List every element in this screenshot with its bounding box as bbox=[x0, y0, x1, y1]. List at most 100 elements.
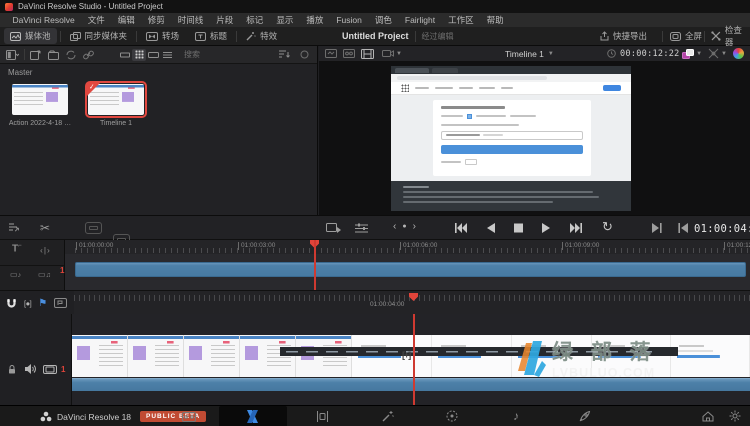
page-edit-icon[interactable] bbox=[316, 411, 329, 422]
ruler-label: 01:00:09:00 bbox=[562, 242, 599, 250]
video-track-filmstrip[interactable] bbox=[72, 335, 750, 377]
menu-clip[interactable]: 片段 bbox=[210, 14, 240, 26]
page-color-icon[interactable] bbox=[446, 410, 458, 422]
video-page-footer bbox=[391, 181, 631, 211]
grid-view-button[interactable] bbox=[132, 49, 146, 61]
viewer-tools-button[interactable]: ▼ bbox=[682, 49, 702, 59]
video-form-card bbox=[433, 100, 591, 176]
track-audio-icon[interactable] bbox=[24, 363, 36, 375]
menu-view[interactable]: 显示 bbox=[270, 14, 300, 26]
timeline-selector[interactable]: Timeline 1 ▼ bbox=[505, 49, 554, 59]
play-icon[interactable] bbox=[542, 223, 551, 233]
marker-icon[interactable]: [●] bbox=[24, 299, 31, 308]
page-cut-icon[interactable] bbox=[245, 410, 260, 423]
source-tape-icon[interactable] bbox=[343, 49, 355, 58]
clip-flag-icon[interactable] bbox=[54, 298, 67, 308]
match-frame-icon[interactable] bbox=[652, 223, 662, 233]
page-deliver-icon[interactable] bbox=[579, 410, 591, 422]
import-media-icon[interactable] bbox=[30, 50, 41, 60]
home-icon[interactable] bbox=[702, 411, 714, 422]
color-wheel-icon[interactable] bbox=[733, 48, 744, 59]
inspector-button[interactable]: 检查器 bbox=[711, 24, 750, 48]
audio-track-bar[interactable] bbox=[72, 378, 750, 391]
film-frame bbox=[352, 335, 432, 377]
upper-timeline-clip[interactable] bbox=[75, 262, 746, 277]
menu-workspace[interactable]: 工作区 bbox=[442, 14, 481, 26]
upper-timeline-ruler[interactable]: 01:00:00:00 01:00:03:00 01:00:06:00 01:0… bbox=[65, 240, 750, 254]
strip-view-button[interactable] bbox=[118, 49, 132, 61]
jog-control[interactable]: ‹●› bbox=[393, 221, 416, 232]
menu-edit[interactable]: 编辑 bbox=[111, 14, 141, 26]
refresh-icon[interactable] bbox=[300, 50, 309, 59]
new-bin-icon[interactable] bbox=[48, 50, 59, 60]
search-input[interactable]: 搜索 bbox=[184, 49, 200, 60]
mixer-icon[interactable] bbox=[355, 223, 368, 234]
media-clip-thumbnail[interactable] bbox=[12, 84, 68, 115]
source-clip-icon[interactable] bbox=[325, 49, 337, 58]
chevron-down-icon: ▼ bbox=[696, 51, 702, 57]
effects-button[interactable]: 特效 bbox=[240, 28, 283, 44]
menu-trim[interactable]: 修剪 bbox=[141, 14, 171, 26]
upper-playhead-line[interactable] bbox=[314, 240, 316, 290]
timeline-options-icon[interactable] bbox=[8, 222, 22, 234]
bin-view-icon[interactable] bbox=[6, 50, 19, 60]
menu-fusion[interactable]: Fusion bbox=[330, 15, 369, 25]
project-title-group: Untitled Project 经过编辑 bbox=[342, 31, 454, 42]
viewer-mode-select[interactable]: ▼ bbox=[382, 49, 402, 58]
list-view-button[interactable] bbox=[160, 49, 174, 61]
filmstrip-view-icon bbox=[148, 51, 159, 59]
sync-clips-icon[interactable] bbox=[66, 50, 76, 60]
filmstrip-view-button[interactable] bbox=[146, 49, 160, 61]
film-frame bbox=[512, 335, 592, 377]
transitions-icon bbox=[146, 32, 158, 41]
previous-edit-icon[interactable] bbox=[678, 223, 688, 233]
menu-color[interactable]: 调色 bbox=[368, 14, 398, 26]
snapping-magnet-icon[interactable] bbox=[6, 298, 17, 309]
menu-file[interactable]: 文件 bbox=[81, 14, 111, 26]
quick-export-button[interactable]: 快捷导出 bbox=[600, 30, 647, 42]
titles-button[interactable]: 标题 bbox=[189, 28, 233, 44]
track-video-icon[interactable] bbox=[43, 365, 57, 374]
audio-track-tool-icon[interactable]: ▭♪ bbox=[10, 270, 21, 279]
fullscreen-button[interactable]: 全屏 bbox=[670, 30, 702, 42]
edit-mode-1-icon[interactable] bbox=[85, 222, 102, 234]
list-view-icon bbox=[163, 51, 172, 59]
transform-icon bbox=[708, 48, 719, 59]
menu-timeline[interactable]: 时间线 bbox=[171, 14, 210, 26]
stop-icon[interactable] bbox=[514, 223, 523, 233]
transform-button[interactable]: ▼ bbox=[708, 48, 727, 59]
flag-icon[interactable]: ⚑ bbox=[38, 298, 47, 309]
title-lock-tool-icon[interactable]: T⌐ bbox=[12, 243, 22, 254]
film-frame bbox=[128, 335, 184, 377]
trim-tool-icon[interactable]: ‹|› bbox=[40, 245, 51, 255]
timeline-clip-thumbnail[interactable]: ✓ bbox=[88, 84, 144, 115]
loop-icon[interactable]: ↻ bbox=[602, 219, 613, 235]
media-pool-toggle[interactable]: 媒体池 bbox=[4, 28, 57, 44]
page-fusion-icon[interactable] bbox=[382, 410, 394, 422]
go-to-start-icon[interactable] bbox=[455, 223, 467, 233]
menu-davinci-resolve[interactable]: DaVinci Resolve bbox=[6, 15, 81, 25]
video-browser-tabs bbox=[391, 66, 631, 74]
page-media-icon[interactable] bbox=[182, 412, 196, 422]
sync-bin-button[interactable]: 同步媒体夹 bbox=[64, 28, 134, 44]
menu-mark[interactable]: 标记 bbox=[240, 14, 270, 26]
menu-playback[interactable]: 播放 bbox=[300, 14, 330, 26]
sort-icon[interactable] bbox=[279, 50, 290, 59]
page-bar: DaVinci Resolve 18 PUBLIC BETA ♪ bbox=[0, 405, 750, 426]
settings-gear-icon[interactable] bbox=[729, 410, 741, 422]
razor-icon[interactable]: ✂ bbox=[40, 221, 50, 235]
transitions-button[interactable]: 转场 bbox=[140, 28, 185, 44]
menu-help[interactable]: 帮助 bbox=[480, 14, 510, 26]
link-icon[interactable] bbox=[83, 50, 94, 60]
page-fairlight-icon[interactable]: ♪ bbox=[513, 409, 519, 423]
timeline-check-icon: ✓ bbox=[88, 83, 95, 92]
timeline-view-icon[interactable] bbox=[361, 49, 374, 59]
through-edit-indicator[interactable]: [+] bbox=[402, 350, 410, 360]
go-to-end-icon[interactable] bbox=[570, 223, 582, 233]
track-lock-icon[interactable] bbox=[7, 364, 17, 375]
main-playhead-line[interactable] bbox=[413, 314, 415, 405]
menu-fairlight[interactable]: Fairlight bbox=[398, 15, 441, 25]
play-clip-icon[interactable] bbox=[326, 223, 341, 234]
music-track-tool-icon[interactable]: ▭♫ bbox=[38, 270, 51, 279]
play-reverse-icon[interactable] bbox=[486, 223, 495, 233]
